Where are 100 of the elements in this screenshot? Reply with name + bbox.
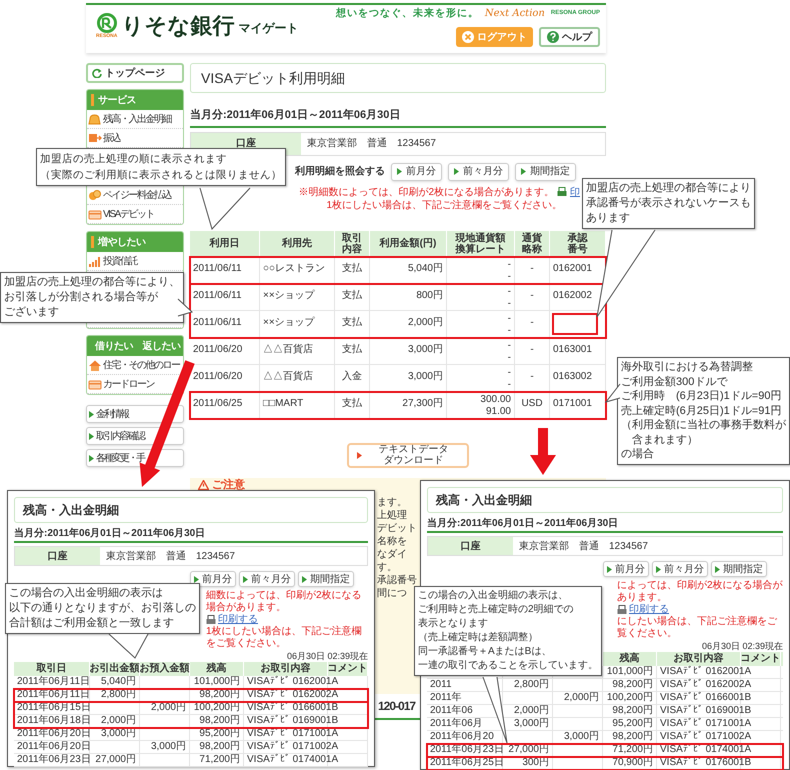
period-heading: 当月分:2011年06月01日～2011年06月30日 — [190, 107, 606, 128]
table-cell: - — [530, 262, 534, 274]
table-cell: 2011/06/11 — [193, 316, 242, 328]
period-button[interactable]: 前々月分 — [652, 561, 708, 577]
table-cell: 0162002 — [553, 290, 592, 300]
notice-text: ます。 — [377, 496, 407, 508]
print-link[interactable]: 印刷する — [218, 614, 258, 626]
table-cell: 2011/06/25 — [193, 398, 242, 408]
callout: 加盟店の売上処理の都合等により 承認番号が表示されないケースも あります — [582, 178, 755, 229]
table-cell: 2011年06月23日 — [17, 754, 91, 766]
triangle-icon — [89, 410, 94, 418]
refresh-icon — [92, 68, 102, 78]
menu-item[interactable]: 振込 — [103, 130, 120, 146]
menu-item[interactable]: 住宅・その他のロー — [103, 358, 180, 372]
table-cell: ××ショップ — [263, 290, 315, 300]
column-header: お取引内容 — [260, 663, 310, 675]
transfer-icon — [88, 132, 102, 144]
table-cell: 100,200円 — [606, 692, 653, 704]
menu-item[interactable]: 残高・入出金明細 — [103, 112, 171, 126]
callout-pointer — [108, 634, 148, 659]
table-cell: 2,000円 — [100, 715, 136, 727]
account-value: 東京営業部 普通 1234567 — [518, 540, 649, 554]
table-cell: 支払 — [342, 398, 362, 408]
triangle-icon — [302, 576, 307, 582]
notice-text: す。 — [377, 562, 397, 574]
table-cell: 支払 — [342, 290, 362, 300]
account-label: 口座 — [428, 537, 513, 555]
notice-text: によっては、印刷が2枚になる場合があります。 — [617, 580, 783, 604]
column-header: お預入金額 — [140, 663, 190, 675]
table-cell: - — [508, 378, 511, 390]
column-header: 通貨 略称 — [522, 232, 542, 254]
menu-item[interactable]: カードローン — [103, 376, 154, 392]
triangle-icon — [607, 566, 612, 572]
period-button[interactable]: 前月分 — [190, 571, 236, 587]
table-cell: 300.00 — [480, 394, 511, 406]
timestamp: 06月30日 02:39現在 — [702, 641, 783, 652]
table-cell: 98,200円 — [612, 705, 653, 717]
table-cell: 2011年06 — [430, 705, 473, 717]
close-icon — [462, 31, 474, 43]
table-cell: 3,000円 — [514, 718, 549, 730]
column-header: 現地通貨額 換算レート — [456, 232, 506, 254]
print-link[interactable]: 印 — [570, 186, 580, 198]
period-button[interactable]: 前月分 — [391, 162, 442, 180]
period-button[interactable]: 期間指定 — [711, 561, 767, 577]
period-button[interactable]: 前々月分 — [239, 571, 295, 587]
printer-icon — [617, 605, 627, 615]
table-cell: 71,200円 — [199, 754, 240, 766]
help-button[interactable]: ヘルプ — [539, 27, 600, 47]
table-cell: □□MART — [263, 398, 304, 408]
table-cell: - — [508, 340, 511, 352]
menu-item[interactable]: 投資信託 — [103, 254, 137, 268]
triangle-icon — [357, 452, 362, 458]
printer-icon — [557, 187, 567, 197]
menu-heading: 増やしたい — [98, 235, 146, 250]
house-icon — [88, 358, 102, 372]
purse-icon — [88, 112, 102, 126]
table-cell: 5,040円 — [100, 676, 136, 688]
table-cell: 2,000円 — [564, 692, 599, 704]
account-label: 口座 — [15, 547, 100, 565]
table-cell: VISAﾃﾞﾋﾞ 0171002A — [660, 731, 752, 743]
notice-text: 承認番号 — [377, 574, 417, 586]
query-label: 利用明細を照会する — [295, 164, 385, 179]
table-cell: VISAﾃﾞﾋﾞ 0171002A — [247, 741, 338, 753]
notice-text: 名称を — [377, 536, 407, 548]
table-cell: 2,000円 — [408, 316, 443, 328]
period-button[interactable]: 期間指定 — [298, 571, 354, 587]
menu-item[interactable]: ペイジー料金払込 — [103, 188, 171, 202]
arrow — [530, 428, 556, 475]
column-header: 残高 — [620, 653, 640, 665]
callout: 加盟店の売上処理の都合等により、 お引落しが分割される場合等が ございます — [0, 272, 184, 323]
menu-item[interactable]: VISAデビット — [103, 206, 154, 222]
table-cell: 2011/06/11 — [193, 262, 242, 274]
triangle-icon — [397, 168, 402, 175]
print-link[interactable]: 印刷する — [629, 604, 669, 616]
table-cell: 91.00 — [486, 406, 511, 418]
table-cell: - — [530, 290, 534, 300]
table-cell: 支払 — [342, 344, 362, 354]
coins-icon — [88, 188, 102, 202]
period-button[interactable]: 前々月分 — [448, 162, 509, 180]
top-page-button[interactable]: トップページ — [86, 63, 184, 83]
table-cell: 2,000円 — [514, 705, 549, 717]
table-cell: VISAﾃﾞﾋﾞ 0174001A — [247, 754, 338, 766]
card-icon — [88, 378, 102, 390]
download-button[interactable]: テキストデータ ダウンロード — [347, 442, 469, 468]
account-value: 東京営業部 普通 1234567 — [306, 136, 437, 151]
column-header: 利用日 — [210, 238, 240, 249]
table-cell: 3,000円 — [150, 741, 186, 753]
table-cell: 3,000円 — [408, 370, 443, 382]
table-cell: 101,000円 — [606, 666, 653, 678]
callout: 海外取引における為替調整 ご利用金額300ドルで ご利用時 (6月23日)1ドル=90円 売上確定時(6月25日)1ドル=91円 （利用金額に当社の事務手数料が 含まれます） の場合 — [617, 357, 790, 464]
table-cell: 5,040円 — [408, 262, 443, 274]
account-value: 東京営業部 普通 1234567 — [105, 550, 236, 564]
table-cell: - — [508, 366, 511, 378]
table-cell: 98,200円 — [199, 715, 240, 727]
triangle-icon — [454, 168, 459, 175]
menu-heading: 借りたい 返したい — [95, 340, 180, 354]
period-button[interactable]: 期間指定 — [515, 162, 576, 180]
table-cell: VISAﾃﾞﾋﾞ 0169001B — [660, 705, 752, 717]
logo-icon — [96, 13, 117, 33]
period-button[interactable]: 前月分 — [603, 561, 649, 577]
